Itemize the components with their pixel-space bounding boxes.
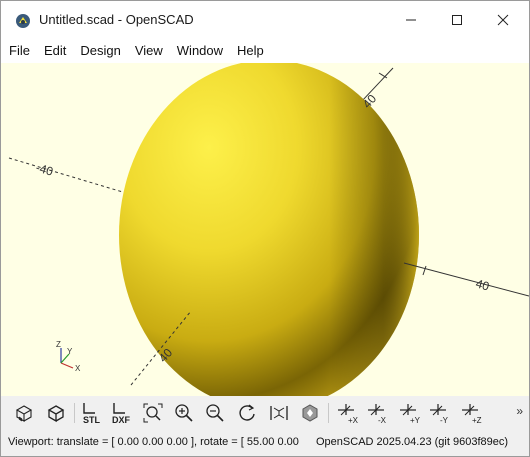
export-stl-button[interactable]: STL: [79, 400, 105, 426]
preview-button[interactable]: [11, 400, 37, 426]
menu-edit[interactable]: Edit: [37, 39, 73, 63]
close-button[interactable]: [480, 1, 526, 39]
view-top-icon: +Z: [462, 404, 482, 425]
menu-file[interactable]: File: [1, 39, 37, 63]
menu-help[interactable]: Help: [230, 39, 271, 63]
window-title: Untitled.scad - OpenSCAD: [39, 12, 194, 27]
status-version: OpenSCAD 2025.04.23 (git 9603f89ec): [316, 436, 509, 448]
svg-text:+X: +X: [348, 416, 359, 425]
view-front-button[interactable]: -Y: [427, 400, 453, 426]
openscad-window: Untitled.scad - OpenSCAD File Edit Desig…: [0, 0, 530, 457]
view-back-button[interactable]: +Y: [397, 400, 423, 426]
neg-x-axis: [8, 157, 127, 194]
view-top-button[interactable]: +Z: [459, 400, 485, 426]
svg-text:+Y: +Y: [410, 416, 421, 425]
view-all-button[interactable]: [140, 400, 166, 426]
minimize-icon: [406, 19, 416, 21]
view-toolbar: STL DXF +X -X +Y -Y +Z »: [1, 396, 529, 430]
toolbar-separator: [328, 403, 329, 423]
label-neg-x: -40: [34, 160, 55, 178]
perspective-button[interactable]: [266, 400, 292, 426]
label-pos-x: 40: [474, 276, 491, 293]
render-button[interactable]: [43, 400, 69, 426]
reset-view-button[interactable]: [234, 400, 260, 426]
toolbar-separator: [74, 403, 75, 423]
status-viewport: Viewport: translate = [ 0.00 0.00 0.00 ]…: [8, 436, 299, 448]
maximize-icon: [452, 15, 462, 25]
export-dxf-button[interactable]: DXF: [109, 400, 135, 426]
axis-gizmo: Z Y X: [56, 340, 81, 373]
svg-text:STL: STL: [83, 415, 101, 425]
viewport-scene: -40 40 40 40 Z Y X: [8, 63, 529, 396]
view-all-icon: [143, 403, 163, 423]
menu-bar: File Edit Design View Window Help: [1, 39, 529, 63]
view-right-button[interactable]: +X: [335, 400, 361, 426]
openscad-logo-icon: [16, 14, 30, 28]
minimize-button[interactable]: [388, 1, 434, 39]
tick-pos-x: [422, 265, 427, 276]
zoom-out-icon: [206, 404, 224, 422]
title-bar[interactable]: Untitled.scad - OpenSCAD: [1, 1, 529, 39]
close-icon: [497, 14, 509, 26]
svg-text:DXF: DXF: [112, 415, 131, 425]
zoom-in-button[interactable]: [171, 400, 197, 426]
orthogonal-button[interactable]: [297, 400, 323, 426]
view-left-button[interactable]: -X: [365, 400, 391, 426]
view-front-icon: -Y: [430, 404, 449, 425]
reset-view-icon: [239, 404, 255, 421]
dxf-icon: DXF: [112, 403, 131, 425]
render-icon: [47, 405, 65, 423]
menu-design[interactable]: Design: [73, 39, 127, 63]
gizmo-z: Z: [56, 340, 61, 349]
perspective-icon: [270, 406, 288, 420]
svg-text:-Y: -Y: [440, 416, 449, 425]
zoom-in-icon: [175, 404, 193, 422]
status-bar: Viewport: translate = [ 0.00 0.00 0.00 ]…: [1, 430, 529, 456]
preview-icon: [15, 405, 33, 422]
view-back-icon: +Y: [400, 404, 421, 425]
svg-text:-X: -X: [378, 416, 387, 425]
stl-icon: STL: [83, 403, 101, 425]
orthogonal-icon: [302, 404, 318, 422]
view-right-icon: +X: [338, 404, 359, 425]
maximize-button[interactable]: [434, 1, 480, 39]
view-left-icon: -X: [368, 404, 387, 425]
3d-viewport[interactable]: -40 40 40 40 Z Y X: [1, 63, 529, 396]
menu-window[interactable]: Window: [170, 39, 230, 63]
svg-text:+Z: +Z: [472, 416, 482, 425]
menu-view[interactable]: View: [128, 39, 170, 63]
zoom-out-button[interactable]: [202, 400, 228, 426]
pos-x-axis: [403, 262, 529, 297]
gizmo-x: X: [75, 364, 81, 373]
gizmo-y: Y: [67, 347, 73, 356]
toolbar-overflow-button[interactable]: »: [516, 404, 523, 418]
